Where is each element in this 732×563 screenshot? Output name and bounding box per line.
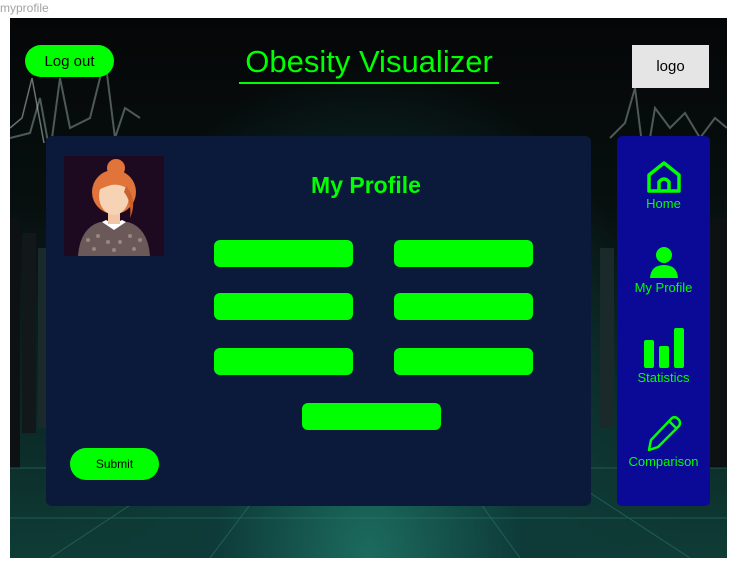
sidebar-item-label: Statistics — [637, 370, 690, 385]
page-label: myprofile — [0, 1, 49, 15]
sidebar-item-comparison[interactable]: Comparison — [617, 414, 710, 470]
avatar — [64, 156, 164, 256]
sidebar-item-label: My Profile — [634, 280, 693, 295]
app-title[interactable]: Obesity Visualizer — [239, 44, 499, 84]
logout-button[interactable]: Log out — [25, 45, 114, 77]
submit-button[interactable]: Submit — [70, 448, 159, 480]
woman-avatar-icon — [64, 156, 164, 256]
sidebar-item-my-profile[interactable]: My Profile — [617, 246, 710, 296]
profile-field-2[interactable] — [394, 240, 533, 267]
sidebar-item-home[interactable]: Home — [617, 160, 710, 212]
profile-field-4[interactable] — [394, 293, 533, 320]
sidebar-item-label: Home — [646, 196, 681, 211]
profile-title: My Profile — [311, 172, 421, 198]
profile-field-6[interactable] — [394, 348, 533, 375]
profile-field-3[interactable] — [214, 293, 353, 320]
sidebar-item-label: Comparison — [628, 454, 699, 469]
home-icon — [646, 161, 681, 193]
bar-chart-icon — [643, 328, 684, 368]
app-frame: Log out Obesity Visualizer logo My Profi… — [10, 18, 727, 558]
profile-field-1[interactable] — [214, 240, 353, 267]
profile-panel: My Profile Submit — [46, 136, 591, 506]
logo: logo — [632, 45, 709, 88]
pencil-icon — [647, 415, 681, 452]
sidebar-item-statistics[interactable]: Statistics — [617, 326, 710, 386]
user-icon — [649, 247, 678, 278]
sidebar-nav: Home My Profile Statistics Comparison — [617, 136, 710, 506]
profile-field-5[interactable] — [214, 348, 353, 375]
profile-field-7[interactable] — [302, 403, 441, 430]
